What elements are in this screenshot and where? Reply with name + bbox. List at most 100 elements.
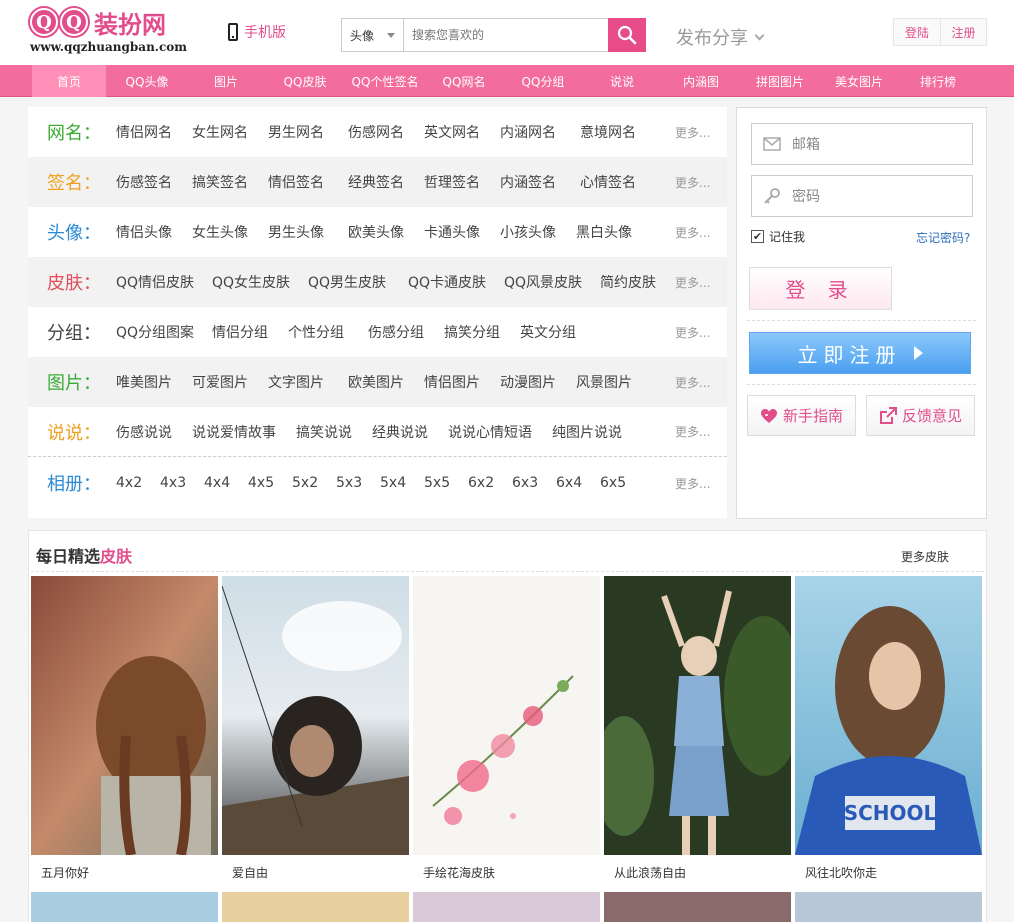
skin-card[interactable]: 手绘花海皮肤 bbox=[413, 576, 600, 890]
category-link[interactable]: 情侣分组 bbox=[212, 322, 268, 342]
category-more-link[interactable]: 更多... bbox=[675, 124, 710, 141]
category-link[interactable]: 6x3 bbox=[512, 475, 538, 491]
category-link[interactable]: 文字图片 bbox=[268, 372, 324, 392]
nav-item-home[interactable]: 首页 bbox=[32, 65, 106, 97]
category-link[interactable]: 5x2 bbox=[292, 475, 318, 491]
category-link[interactable]: 情侣图片 bbox=[424, 372, 480, 392]
category-more-link[interactable]: 更多... bbox=[675, 475, 710, 492]
category-link[interactable]: 英文分组 bbox=[520, 322, 576, 342]
skin-thumbnail[interactable] bbox=[31, 892, 218, 922]
category-link[interactable]: 伤感说说 bbox=[116, 422, 172, 442]
email-field[interactable]: 邮箱 bbox=[751, 123, 973, 165]
category-link[interactable]: 女生头像 bbox=[192, 222, 248, 242]
category-link[interactable]: 4x4 bbox=[204, 475, 230, 491]
nav-item-qq-nickname[interactable]: QQ网名 bbox=[427, 65, 501, 97]
nav-item-shuoshuo[interactable]: 说说 bbox=[585, 65, 659, 97]
skin-thumbnail[interactable] bbox=[413, 892, 600, 922]
search-input[interactable] bbox=[404, 19, 608, 51]
category-link[interactable]: 欧美头像 bbox=[348, 222, 404, 242]
category-link[interactable]: 女生网名 bbox=[192, 122, 248, 142]
category-link[interactable]: 男生网名 bbox=[268, 122, 324, 142]
category-link[interactable]: QQ女生皮肤 bbox=[212, 272, 290, 292]
category-more-link[interactable]: 更多... bbox=[675, 274, 710, 291]
category-more-link[interactable]: 更多... bbox=[675, 423, 710, 440]
category-link[interactable]: 英文网名 bbox=[424, 122, 480, 142]
category-link[interactable]: QQ男生皮肤 bbox=[308, 272, 386, 292]
category-link[interactable]: 情侣头像 bbox=[116, 222, 172, 242]
category-link[interactable]: 情侣签名 bbox=[268, 172, 324, 192]
category-title[interactable]: 分组： bbox=[47, 319, 101, 345]
nav-item-qq-signature[interactable]: QQ个性签名 bbox=[344, 65, 426, 97]
category-link[interactable]: 情侣网名 bbox=[116, 122, 172, 142]
category-title[interactable]: 网名： bbox=[47, 119, 101, 145]
category-link[interactable]: 个性分组 bbox=[288, 322, 344, 342]
skin-caption[interactable]: 五月你好 bbox=[31, 855, 218, 890]
category-link[interactable]: 男生头像 bbox=[268, 222, 324, 242]
search-category-select[interactable]: 头像 bbox=[342, 19, 404, 51]
category-link[interactable]: 伤感签名 bbox=[116, 172, 172, 192]
skin-card[interactable]: 从此浪荡自由 bbox=[604, 576, 791, 890]
category-link[interactable]: 卡通头像 bbox=[424, 222, 480, 242]
share-dropdown[interactable]: 发布分享 bbox=[676, 24, 765, 50]
category-link[interactable]: QQ风景皮肤 bbox=[504, 272, 582, 292]
category-link[interactable]: 5x5 bbox=[424, 475, 450, 491]
login-link[interactable]: 登陆 bbox=[894, 19, 940, 45]
site-logo[interactable]: Q Q 装扮网 www.qqzhuangban.com bbox=[30, 6, 190, 58]
skin-thumbnail[interactable] bbox=[795, 892, 982, 922]
category-link[interactable]: 5x4 bbox=[380, 475, 406, 491]
remember-checkbox[interactable]: ✔ bbox=[751, 230, 764, 243]
search-button[interactable] bbox=[608, 18, 646, 52]
category-link[interactable]: 4x2 bbox=[116, 475, 142, 491]
category-more-link[interactable]: 更多... bbox=[675, 174, 710, 191]
category-link[interactable]: 搞笑分组 bbox=[444, 322, 500, 342]
category-link[interactable]: 内涵网名 bbox=[500, 122, 556, 142]
register-button[interactable]: 立即注册 bbox=[749, 332, 971, 374]
category-link[interactable]: 唯美图片 bbox=[116, 372, 172, 392]
category-link[interactable]: 搞笑签名 bbox=[192, 172, 248, 192]
category-link[interactable]: 4x5 bbox=[248, 475, 274, 491]
skin-thumbnail[interactable] bbox=[31, 576, 218, 855]
skin-caption[interactable]: 爱自由 bbox=[222, 855, 409, 890]
category-link[interactable]: 说说心情短语 bbox=[448, 422, 532, 442]
category-more-link[interactable]: 更多... bbox=[675, 374, 710, 391]
forgot-password-link[interactable]: 忘记密码? bbox=[916, 229, 970, 246]
category-link[interactable]: 内涵签名 bbox=[500, 172, 556, 192]
skin-thumbnail[interactable]: SCHOOL bbox=[795, 576, 982, 855]
category-link[interactable]: QQ卡通皮肤 bbox=[408, 272, 486, 292]
category-more-link[interactable]: 更多... bbox=[675, 224, 710, 241]
category-link[interactable]: 说说爱情故事 bbox=[192, 422, 276, 442]
skin-thumbnail[interactable] bbox=[604, 576, 791, 855]
category-link[interactable]: 5x3 bbox=[336, 475, 362, 491]
nav-item-beauty[interactable]: 美女图片 bbox=[822, 65, 896, 97]
category-link[interactable]: 动漫图片 bbox=[500, 372, 556, 392]
category-title[interactable]: 说说： bbox=[47, 419, 101, 445]
skin-thumbnail[interactable] bbox=[222, 576, 409, 855]
nav-item-qq-group[interactable]: QQ分组 bbox=[506, 65, 580, 97]
category-more-link[interactable]: 更多... bbox=[675, 324, 710, 341]
password-field[interactable]: 密码 bbox=[751, 175, 973, 217]
login-button[interactable]: 登 录 bbox=[749, 267, 892, 310]
category-link[interactable]: 纯图片说说 bbox=[552, 422, 622, 442]
more-skins-link[interactable]: 更多皮肤 bbox=[901, 548, 949, 565]
category-link[interactable]: 经典签名 bbox=[348, 172, 404, 192]
category-link[interactable]: 6x2 bbox=[468, 475, 494, 491]
category-title[interactable]: 相册： bbox=[47, 470, 101, 496]
category-link[interactable]: 伤感分组 bbox=[368, 322, 424, 342]
category-link[interactable]: QQ分组图案 bbox=[116, 322, 194, 342]
category-link[interactable]: 伤感网名 bbox=[348, 122, 404, 142]
register-link[interactable]: 注册 bbox=[940, 19, 986, 45]
skin-card[interactable]: 五月你好 bbox=[31, 576, 218, 890]
feedback-button[interactable]: 反馈意见 bbox=[866, 395, 975, 436]
remember-me[interactable]: ✔ 记住我 bbox=[751, 228, 805, 245]
category-link[interactable]: 黑白头像 bbox=[576, 222, 632, 242]
skin-card[interactable]: 爱自由 bbox=[222, 576, 409, 890]
category-link[interactable]: 6x5 bbox=[600, 475, 626, 491]
nav-item-collage[interactable]: 拼图图片 bbox=[743, 65, 817, 97]
skin-caption[interactable]: 风往北吹你走 bbox=[795, 855, 982, 890]
nav-item-qq-avatar[interactable]: QQ头像 bbox=[110, 65, 184, 97]
category-link[interactable]: 可爱图片 bbox=[192, 372, 248, 392]
category-link[interactable]: 简约皮肤 bbox=[600, 272, 656, 292]
skin-thumbnail[interactable] bbox=[222, 892, 409, 922]
category-link[interactable]: 意境网名 bbox=[580, 122, 636, 142]
category-link[interactable]: 欧美图片 bbox=[348, 372, 404, 392]
